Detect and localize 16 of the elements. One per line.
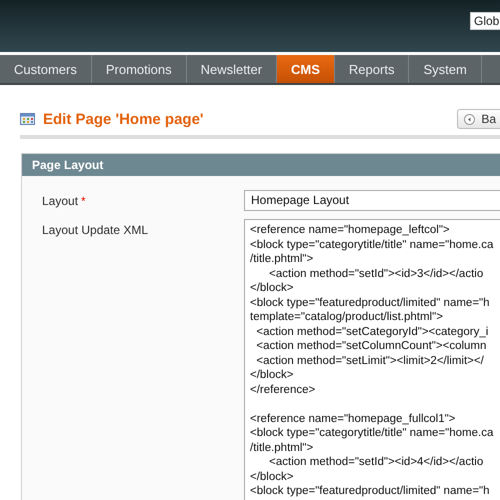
- page-title: Edit Page 'Home page': [43, 110, 204, 128]
- scope-field[interactable]: Glob: [470, 12, 500, 30]
- required-mark: *: [81, 194, 86, 208]
- grid-icon: [20, 113, 35, 125]
- xml-textarea[interactable]: <reference name="homepage_leftcol"> <block type="categorytitle/title" name="home.ca /title.phtml"> <action method="setId"><id>3</id></actio </block> <block type="featuredproduct/limited" name="h template="catalog/product/list.phtml"> <action method="setCategoryId"><category_i <action method="setColumnCount"><column <action method="setLimit"><limit>2</limit></ </block> </reference> <reference name="homepage_fullcol1"> <block type="categorytitle/title" name="home.ca /title.phtml"> <action method="setId"><id>4</id></actio </block> <block type="featuredproduct/limited" name="h: [244, 219, 500, 500]
- section-header: Page Layout: [22, 154, 500, 176]
- back-icon: [464, 114, 476, 124]
- field-label: Layout: [42, 194, 78, 208]
- back-button[interactable]: Ba: [457, 109, 500, 129]
- layout-select[interactable]: Homepage Layout: [244, 190, 500, 211]
- nav-tab[interactable]: Promotions: [92, 55, 187, 83]
- nav-tab[interactable]: CMS: [277, 55, 335, 83]
- nav-tab[interactable]: Reports: [334, 55, 410, 83]
- nav-tab[interactable]: System: [409, 55, 482, 83]
- field-label: Layout Update XML: [42, 223, 148, 237]
- nav-tab[interactable]: Customers: [0, 55, 92, 83]
